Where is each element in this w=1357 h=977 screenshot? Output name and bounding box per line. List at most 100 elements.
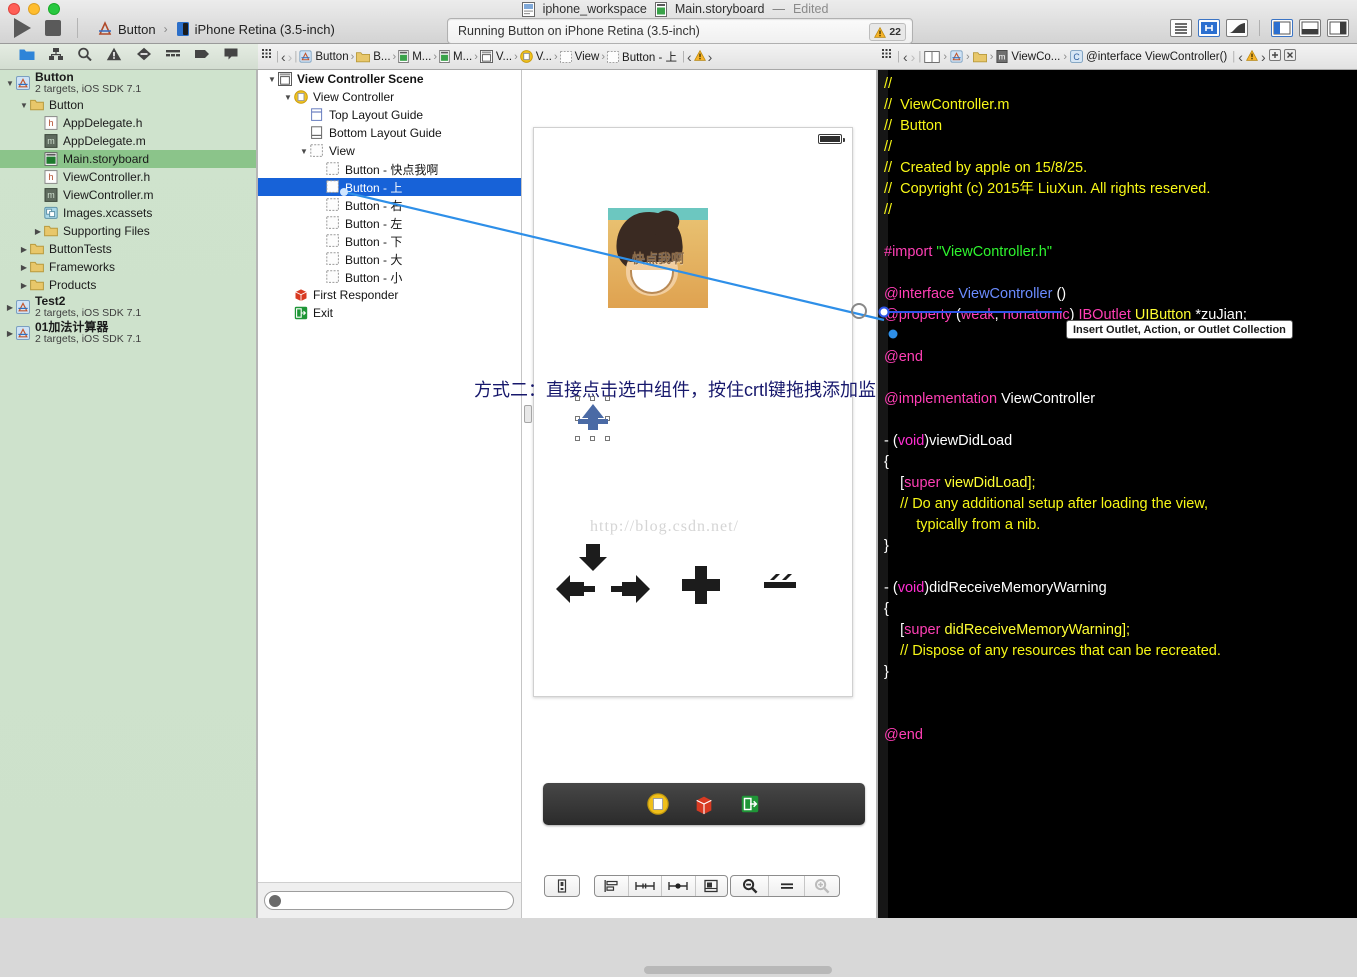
stop-button[interactable] xyxy=(45,20,61,36)
twisty-open-icon[interactable]: ▼ xyxy=(266,75,278,84)
close-window-button[interactable] xyxy=(8,3,20,15)
toggle-utilities-button[interactable] xyxy=(1327,19,1349,37)
scene-dock[interactable] xyxy=(543,783,865,825)
twisty-open-icon[interactable]: ▼ xyxy=(18,101,30,110)
log-navigator-tab[interactable] xyxy=(223,47,239,66)
jumpbar-item-viewcontroller[interactable]: V... xyxy=(519,50,552,63)
toggle-navigator-button[interactable] xyxy=(1271,19,1293,37)
go-back-button[interactable]: ‹ xyxy=(281,49,286,65)
debug-navigator-tab[interactable] xyxy=(165,47,181,66)
canvas-horizontal-scrollbar[interactable] xyxy=(522,963,878,977)
navigator-row-ViewController.h[interactable]: h ViewController.h xyxy=(0,168,258,186)
navigator-row-Test2[interactable]: ▶ Test2 2 targets, iOS SDK 7.1 xyxy=(0,294,258,320)
outline-row-Button - 左[interactable]: Button - 左 xyxy=(258,214,521,232)
twisty-closed-icon[interactable]: ▶ xyxy=(32,227,44,236)
autolayout-button-group[interactable] xyxy=(594,875,728,897)
zoom-window-button[interactable] xyxy=(48,3,60,15)
issue-prev-button[interactable]: ‹ xyxy=(687,49,692,65)
outline-row-Button - 快点我啊[interactable]: Button - 快点我啊 xyxy=(258,160,521,178)
resolve-issues-button[interactable] xyxy=(662,876,696,896)
outline-row-Bottom Layout Guide[interactable]: Bottom Layout Guide xyxy=(258,124,521,142)
jumpbar-item-project[interactable]: Button xyxy=(299,50,349,63)
navigator-row-AppDelegate.m[interactable]: m AppDelegate.m xyxy=(0,132,258,150)
issue-navigator-tab[interactable] xyxy=(106,47,122,66)
jumpbar-item-button[interactable]: Button - 上 xyxy=(607,49,677,65)
issue-warning-icon[interactable] xyxy=(1245,49,1258,64)
issue-next-button[interactable]: › xyxy=(1261,49,1266,65)
jumpbar-item-scene[interactable]: V... xyxy=(479,50,512,63)
document-outline-toggle-button[interactable] xyxy=(544,875,580,897)
related-items-icon[interactable] xyxy=(262,49,274,64)
navigator-row-ButtonTests[interactable]: ▶ ButtonTests xyxy=(0,240,258,258)
outline-row-View[interactable]: ▼ View xyxy=(258,142,521,160)
outline-collapse-handle[interactable] xyxy=(524,405,532,423)
find-navigator-tab[interactable] xyxy=(77,47,93,66)
navigator-row-Products[interactable]: ▶ Products xyxy=(0,276,258,294)
align-button[interactable] xyxy=(595,876,629,896)
standard-editor-button[interactable] xyxy=(1170,19,1192,37)
twisty-open-icon[interactable]: ▼ xyxy=(4,79,16,88)
outline-filter-field[interactable] xyxy=(264,891,514,910)
document-outline[interactable]: ▼ View Controller Scene ▼ View Controller To… xyxy=(258,70,522,882)
outline-row-Button - 大[interactable]: Button - 大 xyxy=(258,250,521,268)
navigator-row-01加法计算器[interactable]: ▶ 01加法计算器 2 targets, iOS SDK 7.1 xyxy=(0,320,258,346)
version-editor-button[interactable] xyxy=(1226,19,1248,37)
project-navigator-tab[interactable] xyxy=(19,47,35,66)
related-items-icon[interactable] xyxy=(882,49,894,64)
jumpbar-item-storyboard-1[interactable]: M... xyxy=(398,50,431,63)
view-controller-scene-canvas[interactable]: 快点我啊 方式二：直接点击选中组件，按住crtl键拖拽添加监听方法 http:/… xyxy=(474,127,930,825)
add-assistant-editor-button[interactable] xyxy=(1268,49,1281,64)
twisty-closed-icon[interactable]: ▶ xyxy=(18,281,30,290)
run-button[interactable] xyxy=(14,18,31,38)
symbol-navigator-tab[interactable] xyxy=(48,47,64,66)
assistant-mode-button[interactable] xyxy=(924,50,941,63)
navigator-row-Supporting Files[interactable]: ▶ Supporting Files xyxy=(0,222,258,240)
outline-row-View Controller[interactable]: ▼ View Controller xyxy=(258,88,521,106)
outline-row-First Responder[interactable]: First Responder xyxy=(258,286,521,304)
interface-builder-canvas[interactable]: 快点我啊 方式二：直接点击选中组件，按住crtl键拖拽添加监听方法 http:/… xyxy=(474,70,930,974)
view-controller-icon[interactable] xyxy=(647,793,669,815)
go-forward-button[interactable]: › xyxy=(911,49,916,65)
jumpbar-item-storyboard-2[interactable]: M... xyxy=(439,50,472,63)
direction-buttons-group[interactable] xyxy=(534,128,854,698)
assistant-editor-button[interactable] xyxy=(1198,19,1220,37)
twisty-closed-icon[interactable]: ▶ xyxy=(4,329,16,338)
issue-next-button[interactable]: › xyxy=(708,49,713,65)
zoom-out-button[interactable] xyxy=(731,876,769,896)
navigator-row-AppDelegate.h[interactable]: h AppDelegate.h xyxy=(0,114,258,132)
outline-row-View Controller Scene[interactable]: ▼ View Controller Scene xyxy=(258,70,521,88)
jumpbar-item-folder[interactable] xyxy=(972,51,987,63)
jumpbar-item-symbol[interactable]: C @interface ViewController() xyxy=(1070,50,1227,63)
assistant-code-editor[interactable]: // // ViewController.m // Button // // Creat… xyxy=(878,70,1357,918)
activity-status-view[interactable]: Running Button on iPhone Retina (3.5-inc… xyxy=(447,18,913,44)
navigator-row-Button[interactable]: ▼ Button 2 targets, iOS SDK 7.1 xyxy=(0,70,258,96)
outline-row-Top Layout Guide[interactable]: Top Layout Guide xyxy=(258,106,521,124)
outline-row-Button - 上[interactable]: Button - 上 xyxy=(258,178,521,196)
project-navigator[interactable]: ▼ Button 2 targets, iOS SDK 7.1 ▼ Button h App… xyxy=(0,70,258,918)
exit-icon[interactable] xyxy=(739,793,761,815)
twisty-open-icon[interactable]: ▼ xyxy=(282,93,294,102)
outline-row-Button - 小[interactable]: Button - 小 xyxy=(258,268,521,286)
twisty-closed-icon[interactable]: ▶ xyxy=(4,303,16,312)
jumpbar-item-project[interactable] xyxy=(950,50,963,63)
zoom-reset-button[interactable] xyxy=(769,876,805,896)
scheme-selector[interactable]: Button › iPhone Retina (3.5-inch) xyxy=(97,21,335,37)
navigator-row-ViewController.m[interactable]: m ViewController.m xyxy=(0,186,258,204)
navigator-row-Main.storyboard[interactable]: Main.storyboard xyxy=(0,150,258,168)
go-forward-button[interactable]: › xyxy=(288,49,293,65)
twisty-open-icon[interactable]: ▼ xyxy=(298,147,310,156)
navigator-row-Button[interactable]: ▼ Button xyxy=(0,96,258,114)
test-navigator-tab[interactable] xyxy=(136,47,152,66)
issue-warning-icon[interactable] xyxy=(693,49,706,64)
twisty-closed-icon[interactable]: ▶ xyxy=(18,263,30,272)
breakpoint-navigator-tab[interactable] xyxy=(194,47,210,66)
source-code-text[interactable]: // // ViewController.m // Button // // Creat… xyxy=(884,74,1354,746)
issue-prev-button[interactable]: ‹ xyxy=(1238,49,1243,65)
first-responder-icon[interactable] xyxy=(693,793,715,815)
outline-row-Button - 下[interactable]: Button - 下 xyxy=(258,232,521,250)
outline-row-Exit[interactable]: Exit xyxy=(258,304,521,322)
zoom-button-group[interactable] xyxy=(730,875,840,897)
jumpbar-item-view[interactable]: View xyxy=(559,51,599,63)
resizing-behavior-button[interactable] xyxy=(696,876,728,896)
go-back-button[interactable]: ‹ xyxy=(903,49,908,65)
